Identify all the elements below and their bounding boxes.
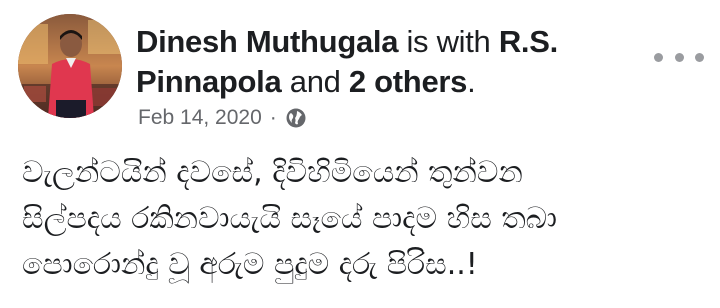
with-text: is with xyxy=(398,24,499,59)
more-dot xyxy=(654,52,663,62)
post-text-line: සිල්පදය රකිනවායැයි සෑයේ පාදම හිස තබා xyxy=(22,201,558,236)
more-dot xyxy=(695,52,704,62)
author-avatar[interactable] xyxy=(18,14,122,118)
globe-icon[interactable] xyxy=(285,107,307,129)
post-text-line: වැලන්ටයින් දවසේ, දිවිහිමියෙන් තුන්වන xyxy=(22,155,523,190)
post-text-line: පොරොන්දු වූ අරුම පුදුම දරු පිරිස..! xyxy=(22,247,478,282)
avatar-image xyxy=(18,14,122,118)
more-options-icon[interactable] xyxy=(654,44,704,70)
post-text: වැලන්ටයින් දවසේ, දිවිහිමියෙන් තුන්වන සිල… xyxy=(22,150,702,288)
tagged-others-link[interactable]: 2 others xyxy=(349,64,468,99)
and-text: and xyxy=(281,64,349,99)
meta-separator: · xyxy=(269,106,277,129)
facebook-post: Dinesh Muthugala is with R.S. Pinnapola … xyxy=(0,0,720,308)
post-date[interactable]: Feb 14, 2020 xyxy=(138,106,262,130)
author-name[interactable]: Dinesh Muthugala xyxy=(136,24,398,59)
post-header: Dinesh Muthugala is with R.S. Pinnapola … xyxy=(136,22,636,102)
period: . xyxy=(467,64,476,99)
post-meta: Feb 14, 2020 · xyxy=(138,103,307,133)
more-dot xyxy=(674,52,684,62)
